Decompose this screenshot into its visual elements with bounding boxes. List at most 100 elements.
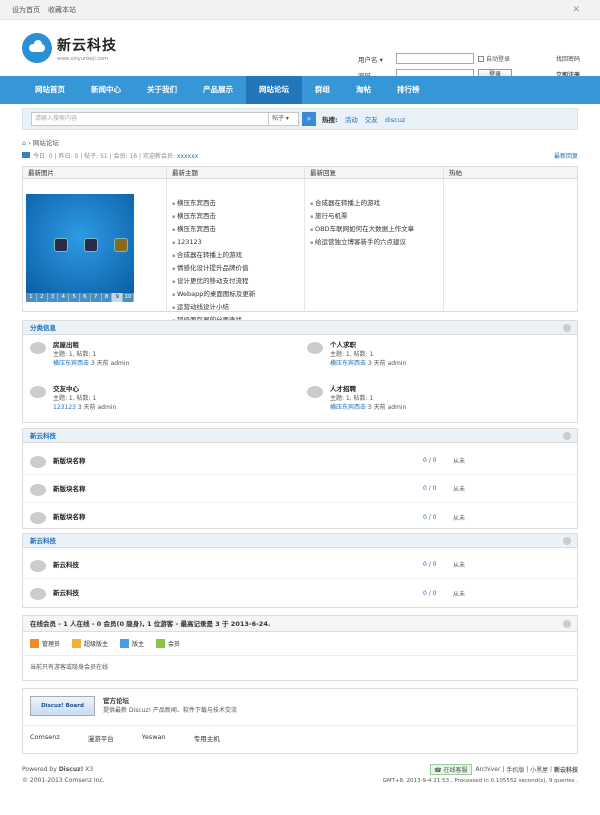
main-nav: 网站首页 新闻中心 关于我们 产品展示 网站论坛 群组 淘帖 排行榜 <box>0 76 600 104</box>
hot-search-item[interactable]: discuz <box>385 116 405 124</box>
find-password-link[interactable]: 找回密码 <box>556 54 580 63</box>
favorite-link[interactable]: 收藏本站 <box>48 5 76 15</box>
hot-threads <box>443 179 577 312</box>
username-label[interactable]: 用户名 ▾ <box>358 54 396 64</box>
friend-link[interactable]: 漫游平台 <box>88 733 114 743</box>
topic-link[interactable]: 横压东宾西击 <box>172 210 299 223</box>
forum-item[interactable]: 房屋出租 主题: 1, 帖数: 1 横压东宾西击 3 天前 admin <box>23 335 300 379</box>
discuz-logo[interactable]: Discuz! Board <box>30 696 95 716</box>
friend-link[interactable]: Yeswan <box>142 733 166 743</box>
admin-icon <box>30 639 39 648</box>
slide-page[interactable]: 9 <box>112 293 124 302</box>
blackroom-link[interactable]: 小黑屋 <box>530 765 548 774</box>
discuz-link[interactable]: Discuz! <box>59 766 84 773</box>
slide-page[interactable]: 5 <box>69 293 80 302</box>
topic-link[interactable]: 设计更优的移动支付流程 <box>172 275 299 288</box>
header: 新云科技 www.xinyunkeji.com 用户名 ▾ 自动登录 找回密码 … <box>0 20 600 80</box>
category-xinyun-2: 新云科技 新云科技 0 / 0 从未 新云科技 0 / 0 从未 <box>22 533 578 608</box>
set-homepage-link[interactable]: 设为首页 <box>12 5 40 15</box>
collapse-icon[interactable] <box>563 537 571 545</box>
search-type-select[interactable]: 帖子 ▾ <box>269 112 299 126</box>
nav-products[interactable]: 产品展示 <box>190 76 246 104</box>
slide-page[interactable]: 6 <box>80 293 91 302</box>
slide-image[interactable]: 1 2 3 4 5 6 7 8 9 10 <box>26 194 134 302</box>
last-post-link[interactable]: 横压东宾西击 <box>330 360 366 367</box>
nav-home[interactable]: 网站首页 <box>22 76 78 104</box>
official-forum-title[interactable]: 官方论坛 <box>103 696 237 706</box>
hot-search-item[interactable]: 活动 <box>345 116 358 124</box>
reply-link[interactable]: 合成器在转播上的游戏 <box>310 197 438 210</box>
last-post-link[interactable]: 横压东宾西击 <box>330 404 366 411</box>
topic-link[interactable]: Webapp的桌面图标及更新 <box>172 288 299 301</box>
topic-link[interactable]: 横压东宾西击 <box>172 223 299 236</box>
legend-member: 会员 <box>156 639 180 648</box>
forum-row[interactable]: 新云科技 0 / 0 从未 <box>23 579 577 607</box>
category-title[interactable]: 新云科技 <box>23 534 577 548</box>
forum-item[interactable]: 人才招聘 主题: 1, 帖数: 1 横压东宾西击 3 天前 admin <box>300 379 577 423</box>
slide-page[interactable]: 3 <box>48 293 59 302</box>
forum-row[interactable]: 新版块名称 0 / 0 从未 <box>23 447 577 475</box>
online-title[interactable]: 在线会员 - 1 人在线 - 0 会员(0 隐身), 1 位游客 - 最高记录是… <box>23 616 577 632</box>
collapse-icon[interactable] <box>563 620 571 628</box>
footer: Powered by Discuz! X3 ☎ 在线客服 Archiver | … <box>22 764 578 784</box>
nav-ranking[interactable]: 排行榜 <box>384 76 433 104</box>
category-xinyun-1: 新云科技 新版块名称 0 / 0 从未 新版块名称 0 / 0 从未 新版块名称 0 / … <box>22 428 578 529</box>
username-input[interactable] <box>396 53 474 64</box>
friend-link[interactable]: 专用主机 <box>194 733 220 743</box>
powered-by: Powered by Discuz! X3 <box>22 766 94 773</box>
topic-link[interactable]: 横压东宾西击 <box>172 197 299 210</box>
slide-page[interactable]: 2 <box>37 293 48 302</box>
nav-forum[interactable]: 网站论坛 <box>246 76 302 104</box>
slide-page[interactable]: 7 <box>91 293 102 302</box>
topic-link[interactable]: 合成器在转播上的游戏 <box>172 249 299 262</box>
grid-header: 最新回复 <box>304 167 443 178</box>
category-title[interactable]: 新云科技 <box>23 429 577 443</box>
online-service-button[interactable]: ☎ 在线客服 <box>430 764 472 775</box>
last-post-link[interactable]: 横压东宾西击 <box>53 360 89 367</box>
new-member-link[interactable]: xxxxxx <box>177 153 198 160</box>
nav-about[interactable]: 关于我们 <box>134 76 190 104</box>
search-input[interactable]: 请输入搜索内容 <box>31 112 269 126</box>
slide-page[interactable]: 10 <box>123 293 134 302</box>
archiver-link[interactable]: Archiver <box>476 766 501 773</box>
collapse-icon[interactable] <box>563 324 571 332</box>
image-slider[interactable]: 1 2 3 4 5 6 7 8 9 10 <box>23 179 166 312</box>
grid-header: 最新主题 <box>166 167 304 178</box>
forum-row[interactable]: 新版块名称 0 / 0 从未 <box>23 475 577 503</box>
slide-page[interactable]: 8 <box>102 293 113 302</box>
site-logo[interactable]: 新云科技 www.xinyunkeji.com <box>22 33 117 63</box>
member-icon <box>156 639 166 648</box>
topic-link[interactable]: 123123 <box>172 236 299 249</box>
category-title[interactable]: 分类信息 <box>23 321 577 335</box>
forum-row[interactable]: 新云科技 0 / 0 从未 <box>23 551 577 579</box>
reply-link[interactable]: OBD车联网如何在大数据上作文章 <box>310 223 438 236</box>
topic-link[interactable]: 情感化设计提升品牌价值 <box>172 262 299 275</box>
nav-groups[interactable]: 群组 <box>302 76 343 104</box>
copyright: © 2001-2013 Comsenz Inc. <box>22 777 105 784</box>
reply-link[interactable]: 给运营独立博客新手的六点建议 <box>310 236 438 249</box>
hot-search-item[interactable]: 交友 <box>365 116 378 124</box>
site-link[interactable]: 新云科技 <box>554 765 578 774</box>
slide-page[interactable]: 1 <box>26 293 37 302</box>
last-post-link[interactable]: 123123 <box>53 404 76 411</box>
forum-row[interactable]: 新版块名称 0 / 0 从未 <box>23 503 577 531</box>
close-icon[interactable]: ✕ <box>572 5 580 15</box>
reply-link[interactable]: 旅行与机票 <box>310 210 438 223</box>
forum-item[interactable]: 个人求职 主题: 1, 帖数: 1 横压东宾西击 3 天前 admin <box>300 335 577 379</box>
app-icon <box>114 238 128 252</box>
topic-link[interactable]: 运营动线设计小结 <box>172 301 299 314</box>
forum-item[interactable]: 交友中心 主题: 1, 帖数: 1 123123 3 天前 admin <box>23 379 300 423</box>
nav-collections[interactable]: 淘帖 <box>343 76 384 104</box>
mobile-link[interactable]: 手机版 <box>506 765 524 774</box>
grid-header: 最新图片 <box>28 169 54 177</box>
breadcrumb-forum[interactable]: 网站论坛 <box>33 139 59 147</box>
slide-page[interactable]: 4 <box>58 293 70 302</box>
home-icon[interactable]: ⌂ <box>22 139 26 147</box>
nav-news[interactable]: 新闻中心 <box>78 76 134 104</box>
forum-bubble-icon <box>30 342 46 354</box>
friend-link[interactable]: Comsenz <box>30 733 60 743</box>
latest-replies-link[interactable]: 最新回复 <box>554 151 578 160</box>
search-icon[interactable]: ⌕ <box>302 112 316 126</box>
auto-login-checkbox[interactable]: 自动登录 <box>478 54 510 63</box>
collapse-icon[interactable] <box>563 432 571 440</box>
